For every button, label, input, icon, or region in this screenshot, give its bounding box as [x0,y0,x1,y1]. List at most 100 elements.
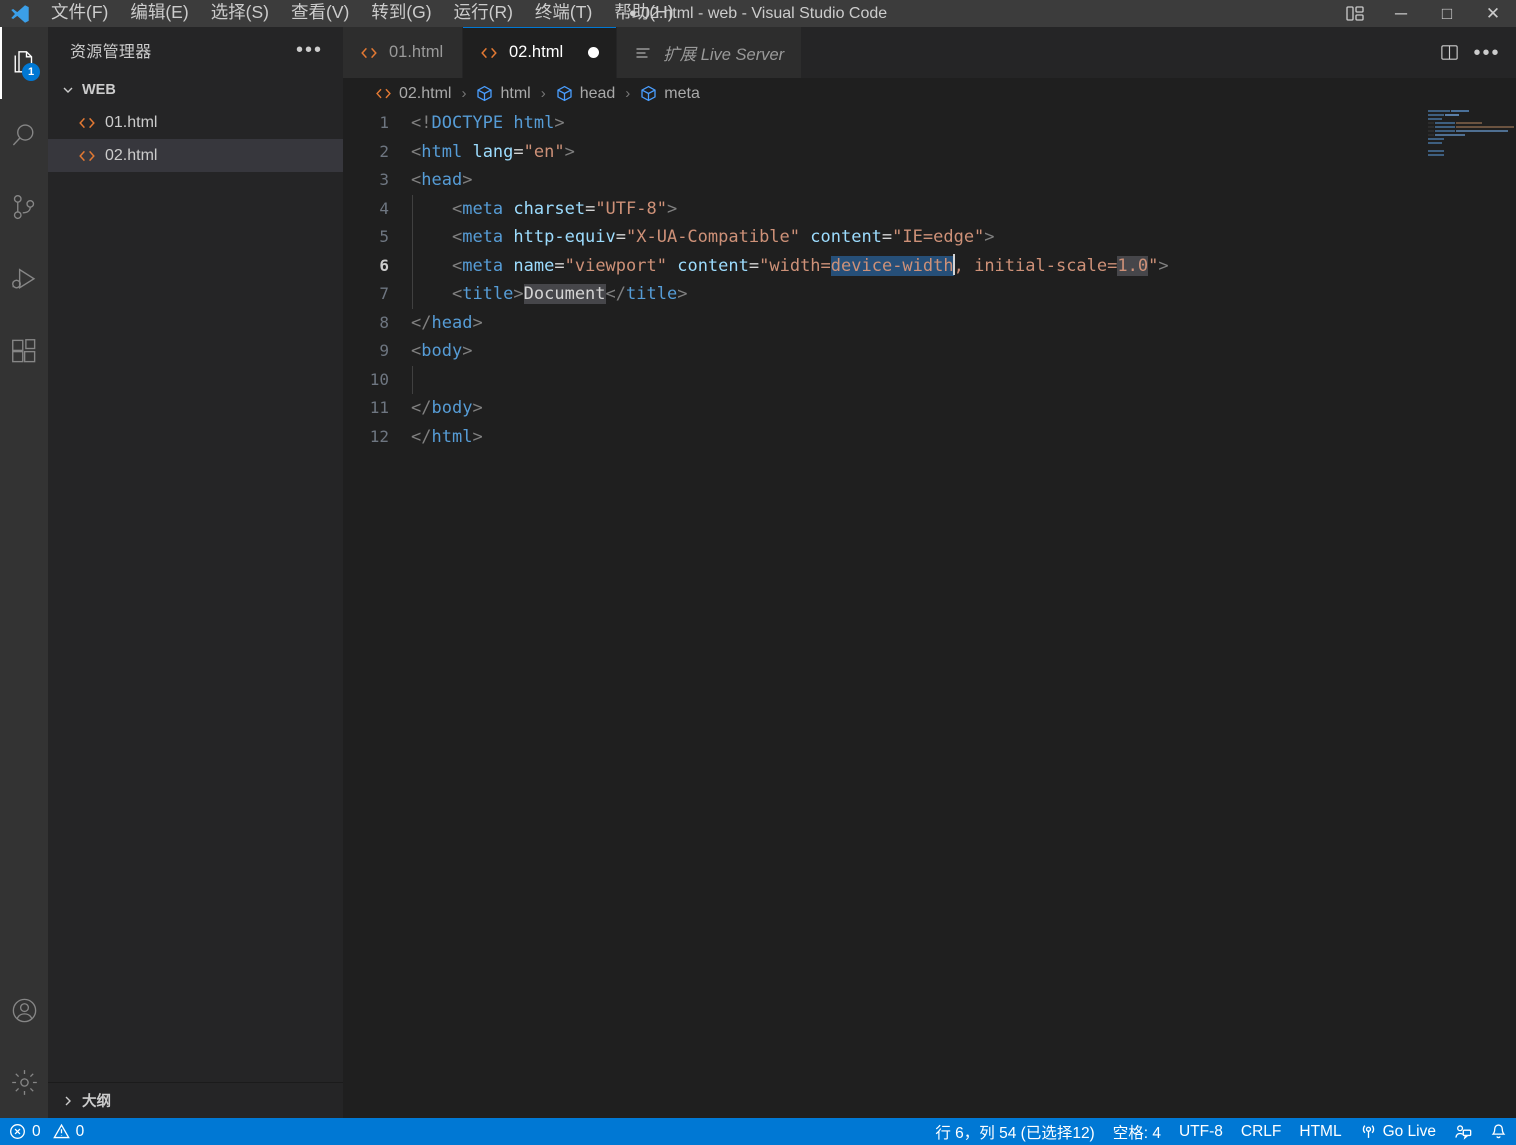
code-token: name [513,255,555,276]
tab-02-html[interactable]: 02.html [463,27,618,78]
menu-file[interactable]: 文件(F) [40,0,119,27]
status-go-live[interactable]: Go Live [1351,1118,1445,1145]
minimap-block [1428,125,1434,129]
code-token: < [451,284,463,304]
breadcrumb-item-head[interactable]: head [554,85,618,103]
code-token: 1.0 [1117,255,1149,276]
sidebar-item-source-control[interactable] [0,171,48,243]
code-line[interactable]: 8 </head> [343,309,1516,338]
code-line[interactable]: 5 <meta http-equiv="X-UA-Compatible" con… [343,223,1516,252]
status-cursor-position[interactable]: 行 6，列 54 (已选择12) [926,1118,1103,1145]
tab-label: 01.html [389,43,444,61]
tab-extension-live-server[interactable]: 扩展 Live Server [617,27,803,78]
sidebar-more-actions-icon[interactable]: ••• [296,40,323,60]
breadcrumb-item-html[interactable]: html [474,85,532,103]
code-line[interactable]: 1 <!DOCTYPE html> [343,109,1516,138]
editor-actions: ••• [1432,27,1516,78]
code-text: <meta http-equiv="X-UA-Compatible" conte… [411,223,1516,252]
editor-more-actions-icon[interactable]: ••• [1470,36,1504,70]
line-number: 8 [379,312,389,332]
split-editor-right-icon[interactable] [1432,36,1466,70]
breadcrumb-item-file[interactable]: 02.html [373,85,453,103]
tab-01-html[interactable]: 01.html [343,27,463,78]
code-token: content [810,227,882,247]
gear-icon[interactable] [0,1046,48,1118]
breadcrumb-label: 02.html [399,84,452,102]
status-indentation[interactable]: 空格: 4 [1104,1118,1170,1145]
code-token: > [666,198,678,219]
minimap-block [1435,121,1455,125]
editor-scrollbar[interactable] [1502,109,1516,1118]
menu-selection[interactable]: 选择(S) [200,0,280,27]
sidebar-item-run-and-debug[interactable] [0,243,48,315]
close-button[interactable]: ✕ [1470,0,1516,27]
status-feedback[interactable] [1445,1118,1481,1145]
sidebar-item-explorer[interactable]: 1 [0,27,48,99]
code-line[interactable]: 7 <title>Document</title> [343,280,1516,309]
status-problems[interactable]: 0 0 [0,1118,93,1145]
menu-terminal[interactable]: 终端(T) [524,0,603,27]
indent-guide [412,194,413,223]
customize-layout-icon[interactable] [1332,0,1378,27]
status-bar: 0 0 行 6，列 54 (已选择12) 空格: 4 UTF-8 CRLF HT… [0,1118,1516,1145]
menu-go[interactable]: 转到(G) [360,0,442,27]
code-line[interactable]: 10 [343,365,1516,394]
code-line[interactable]: 6 <meta name="viewport" content="width=d… [343,251,1516,280]
menu-help[interactable]: 帮助(H) [603,0,684,27]
code-line[interactable]: 12 </html> [343,423,1516,452]
folder-label: WEB [82,81,116,98]
minimap-block [1428,137,1444,141]
maximize-button[interactable]: □ [1424,0,1470,27]
minimize-button[interactable]: ─ [1378,0,1424,27]
code-line[interactable]: 11 </body> [343,394,1516,423]
warning-count: 0 [75,1122,85,1140]
vscode-window: 文件(F) 编辑(E) 选择(S) 查看(V) 转到(G) 运行(R) 终端(T… [0,0,1516,1145]
editor-content[interactable]: 1 <!DOCTYPE html> 2 <html lang="en"> 3 <head>… [343,109,1516,1118]
breadcrumb-separator-icon: › [461,85,467,102]
sidebar-item-extensions[interactable] [0,315,48,387]
minimap-block [1456,121,1482,125]
code-token: > [472,312,483,333]
code-text [411,365,1516,394]
code-token: head [421,170,463,190]
sidebar-item-search[interactable] [0,99,48,171]
breadcrumb-item-meta[interactable]: meta [638,85,702,103]
code-line[interactable]: 9 <body> [343,337,1516,366]
code-lines[interactable]: 1 <!DOCTYPE html> 2 <html lang="en"> 3 <head>… [343,109,1516,1118]
code-token: </ [411,426,432,447]
code-token: meta [462,255,504,276]
code-token: </ [411,312,432,333]
status-encoding[interactable]: UTF-8 [1170,1118,1232,1145]
vscode-logo-icon [0,0,40,27]
code-line[interactable]: 3 <head> [343,166,1516,195]
code-token: < [451,255,463,276]
code-token: < [451,227,463,247]
tab-dirty-indicator-icon[interactable] [588,47,600,58]
code-token: "viewport" [564,255,667,276]
menu-view[interactable]: 查看(V) [280,0,360,27]
feedback-icon [1455,1125,1472,1140]
status-language-mode[interactable]: HTML [1290,1118,1350,1145]
file-item-01[interactable]: 01.html [48,106,343,139]
status-notifications[interactable] [1481,1118,1516,1145]
code-token: content [677,255,749,276]
minimap-block [1445,113,1459,117]
accounts-icon[interactable] [0,974,48,1046]
code-line[interactable]: 2 <html lang="en"> [343,138,1516,167]
file-item-02[interactable]: 02.html [48,139,343,172]
menu-edit[interactable]: 编辑(E) [119,0,199,27]
folder-web[interactable]: WEB [48,73,343,106]
line-number: 10 [369,369,389,389]
status-eol[interactable]: CRLF [1232,1118,1290,1145]
minimap-block [1428,153,1444,157]
code-line[interactable]: 4 <meta charset="UTF-8"> [343,194,1516,223]
menu-run[interactable]: 运行(R) [443,0,524,27]
outline-section[interactable]: 大纲 [48,1082,343,1118]
minimap-block [1428,129,1434,133]
minimap-block [1435,133,1465,137]
